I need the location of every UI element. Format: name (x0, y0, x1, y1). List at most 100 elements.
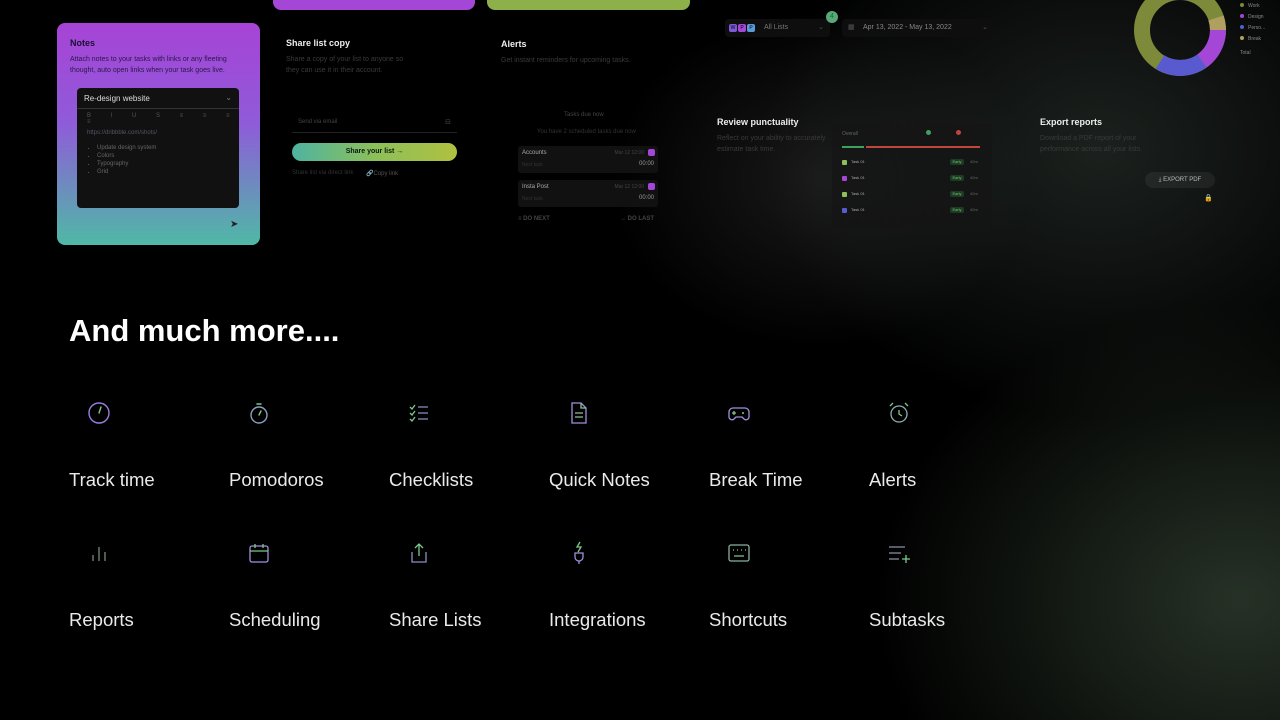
row-num: 40m (970, 159, 978, 164)
list-item: Update design system (97, 144, 156, 152)
legend-dot (1240, 3, 1244, 7)
alert-task-row[interactable]: Accounts Mar 12 12:00 Next task 00:00 (518, 146, 658, 173)
share-footer-text: Share list via direct link (292, 170, 354, 176)
feature-pomodoros: Pomodoros (229, 401, 379, 501)
row-chip (842, 160, 847, 165)
gamepad-icon (728, 407, 750, 421)
avatar: P (747, 24, 755, 32)
legend-dot (1240, 14, 1244, 18)
feature-scheduling: Scheduling (229, 541, 379, 641)
format-toolbar[interactable]: B I U S ≡ ≡ ≡ ≡ (87, 113, 239, 125)
task-color-chip (648, 149, 655, 156)
row-num: 40m (970, 207, 978, 212)
plug-icon (574, 541, 584, 564)
chevron-down-icon: ⌄ (818, 24, 824, 31)
row-tag: Early (950, 191, 964, 197)
checklist-icon (409, 404, 428, 422)
donut-segment-design (1197, 29, 1226, 68)
feature-integrations: Integrations (549, 541, 699, 641)
chevron-down-icon[interactable]: ⌄ (225, 93, 232, 102)
table-row: Task 01 Early 40m (842, 191, 982, 199)
donut-chart (1134, 0, 1226, 76)
share-title: Share list copy (286, 38, 351, 48)
export-button-label: EXPORT PDF (1163, 177, 1202, 183)
legend-label: Work (1248, 3, 1260, 9)
donut-total-label: Total (1240, 50, 1251, 56)
review-description: Reflect on your ability to accurately es… (717, 135, 826, 153)
legend-label: Design (1248, 14, 1264, 20)
export-description: Download a PDF report of your performanc… (1040, 135, 1143, 153)
lock-icon: 🔒 (1204, 195, 1213, 202)
task-time: 00:00 (638, 161, 654, 167)
task-sub: Next task (522, 162, 543, 168)
feature-reports: Reports (69, 541, 219, 641)
row-tag: Early (950, 175, 964, 181)
legend-item: Work (1240, 1, 1265, 12)
donut-segment-personal (1155, 54, 1207, 76)
alerts-subtitle: Tasks due now (564, 112, 604, 118)
feature-break-time: Break Time (709, 401, 859, 501)
list-filter-dropdown[interactable]: W P P All Lists ⌄ (725, 19, 830, 37)
mouse-cursor-icon: ➤ (230, 219, 239, 230)
note-link[interactable]: https://dribbble.com/shots/ (87, 130, 157, 136)
copy-link-button[interactable]: 🔗Copy link (366, 170, 398, 177)
copy-link-label: Copy link (373, 171, 399, 177)
date-range-picker[interactable]: ▦ Apr 13, 2022 - May 13, 2022 ⌄ (842, 19, 994, 37)
share-icon (411, 543, 427, 563)
share-button-label: Share your list (345, 148, 395, 155)
chevron-down-icon: ⌄ (982, 24, 988, 31)
feature-quick-notes: Quick Notes (549, 401, 699, 501)
arrow-right-icon: → (620, 216, 628, 222)
legend-item: Break (1240, 34, 1265, 45)
notes-description: Attach notes to your tasks with links or… (70, 56, 227, 74)
export-title: Export reports (1040, 117, 1103, 127)
calendar-icon: ▦ (848, 24, 855, 31)
list-filter-label: All Lists (764, 24, 789, 31)
review-title: Review punctuality (717, 117, 799, 127)
share-list-button[interactable]: Share your list → (292, 143, 457, 161)
feature-subtasks: Subtasks (869, 541, 1019, 641)
legend-label: Perso... (1248, 25, 1266, 31)
do-last-button[interactable]: → DO LAST (620, 216, 654, 222)
row-num: 40m (970, 175, 978, 180)
table-row: Task 01 Early 40m (842, 175, 982, 183)
alerts-count: You have 2 scheduled tasks due now (537, 129, 636, 135)
feature-label: Share Lists (389, 609, 482, 630)
do-next-label: DO NEXT (523, 216, 550, 222)
table-row: Task 01 Early 40m (842, 207, 982, 215)
notification-badge: 4 (826, 11, 838, 23)
punctuality-chart: Overall Task 01 Early 40m Task 01 Early … (832, 124, 992, 228)
feature-alerts: Alerts (869, 401, 1019, 501)
row-num: 40m (970, 191, 978, 196)
avatar: W (729, 24, 737, 32)
email-field[interactable]: Send via email ⊟ (292, 114, 457, 133)
feature-label: Alerts (869, 469, 917, 490)
page-headline: And much more.... (69, 313, 340, 348)
table-row: Task 01 Early 40m (842, 159, 982, 167)
alert-task-row[interactable]: Insta Post Mar 12 12:00 Next task 00:00 (518, 180, 658, 207)
task-name: Accounts (522, 150, 547, 156)
document-icon (571, 402, 587, 424)
row-name: Task 01 (851, 159, 865, 164)
list-item: Colors (97, 152, 156, 160)
email-placeholder: Send via email (298, 119, 338, 125)
note-editor[interactable]: Re-design website ⌄ B I U S ≡ ≡ ≡ ≡ http… (77, 88, 239, 208)
legend-item: Design (1240, 12, 1265, 23)
arrow-right-icon: → (396, 148, 404, 155)
avatar: P (738, 24, 746, 32)
legend-item: Perso... (1240, 23, 1265, 34)
donut-legend: Work Design Perso... Break Total (1240, 1, 1265, 59)
list-item: Grid (97, 168, 156, 176)
do-next-button[interactable]: ≡ DO NEXT (518, 216, 550, 222)
legend-label: Break (1248, 36, 1262, 42)
share-description: Share a copy of your list to anyone so t… (286, 56, 404, 74)
legend-dot (1240, 36, 1244, 40)
row-name: Task 01 (851, 175, 865, 180)
send-icon[interactable]: ⊟ (445, 118, 451, 126)
stopwatch-icon (250, 403, 268, 424)
feature-label: Quick Notes (549, 469, 650, 490)
legend-dot-green (926, 130, 931, 135)
task-meta: Mar 12 12:00 (614, 150, 644, 156)
export-pdf-button[interactable]: ⤓ EXPORT PDF (1145, 172, 1215, 188)
editor-header: Re-design website ⌄ (77, 88, 239, 109)
